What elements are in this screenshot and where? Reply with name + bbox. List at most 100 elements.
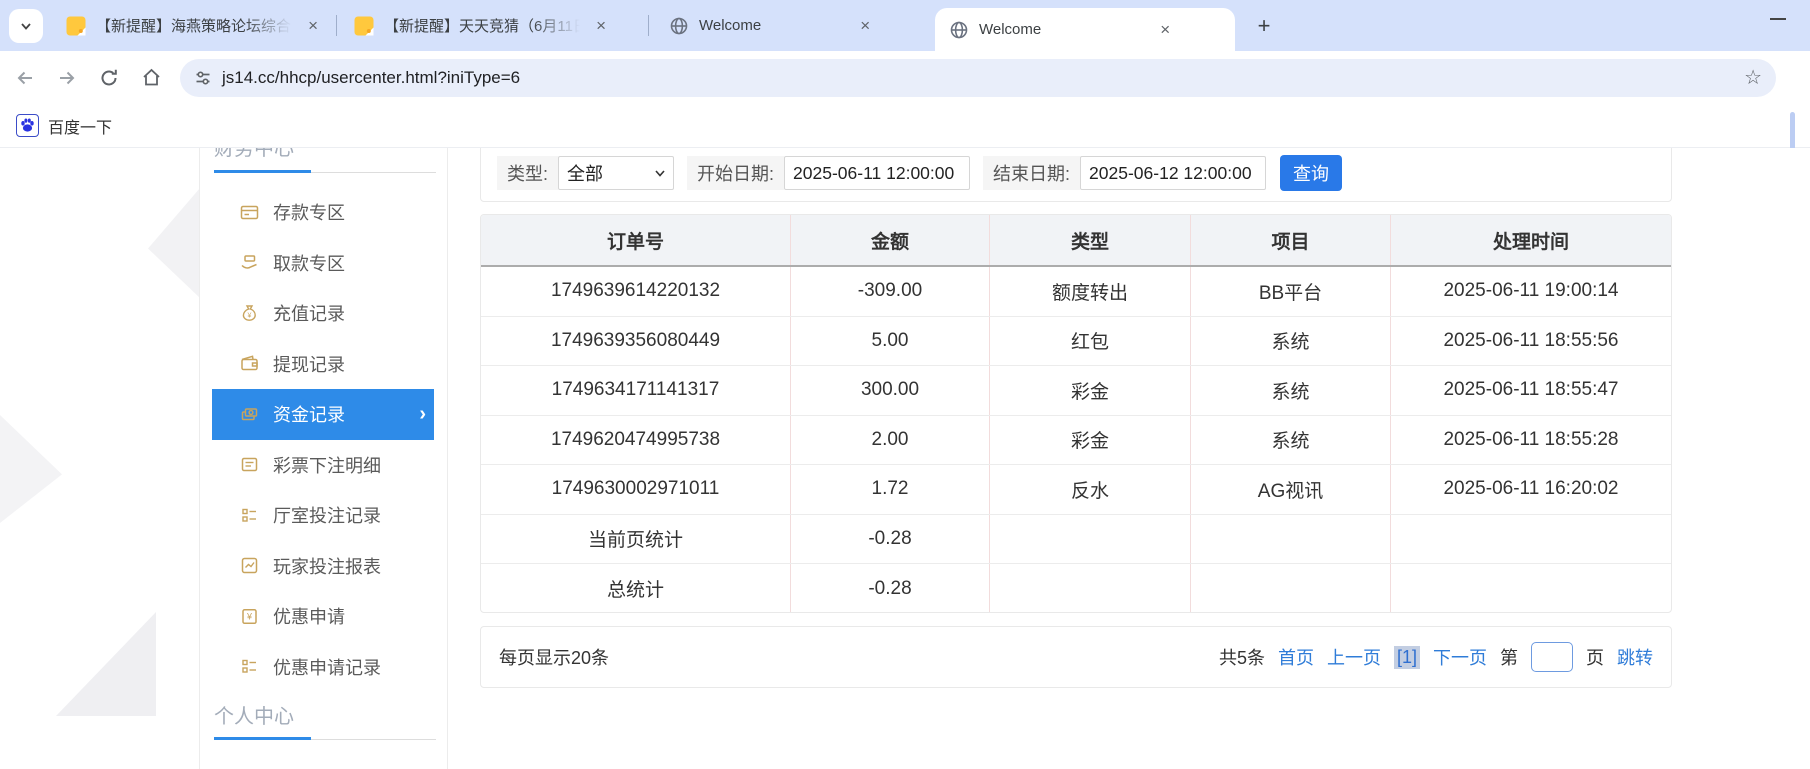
tab-search-button[interactable] [9,9,43,43]
end-date-input[interactable] [1080,156,1266,190]
deposit-card-icon [240,203,259,222]
table-cell: 红包 [990,317,1191,366]
sidebar-item-promo-apply[interactable]: ¥ 优惠申请 [200,591,449,642]
new-tab-button[interactable]: + [1250,12,1278,40]
table-cell: 2025-06-11 18:55:56 [1391,317,1671,366]
bookmark-star-icon[interactable]: ☆ [1744,65,1762,90]
start-date-input[interactable] [784,156,970,190]
close-icon[interactable]: × [1156,19,1174,40]
sidebar-section-finance: 财务中心 [214,148,294,161]
reload-button[interactable] [92,61,126,95]
query-button[interactable]: 查询 [1280,155,1342,191]
bookmarks-bar: 百度一下 [0,104,1810,148]
forum-favicon-icon [66,16,86,36]
site-info-icon[interactable] [194,69,212,87]
table-cell [1391,564,1671,613]
type-select[interactable]: 全部 [558,156,674,190]
sidebar-item-deposit-zone[interactable]: 存款专区 [200,187,449,238]
table-cell [990,564,1191,613]
browser-toolbar: js14.cc/hhcp/usercenter.html?iniType=6 ☆ [0,51,1810,104]
bookmark-baidu[interactable]: 百度一下 [48,114,112,138]
table-cell: 2.00 [791,416,990,465]
table-row: 1749639614220132 -309.00 额度转出 BB平台 2025-… [481,267,1671,317]
new-tab-icon: + [1258,13,1271,39]
table-cell: 1749634171141317 [481,366,791,415]
table-header-cell: 类型 [990,215,1191,265]
first-page-link[interactable]: 首页 [1278,644,1314,670]
forward-button[interactable] [50,61,84,95]
sidebar-item-promo-apply-records[interactable]: 优惠申请记录 [200,642,449,693]
forward-icon [57,68,77,88]
table-row: 1749639356080449 5.00 红包 系统 2025-06-11 1… [481,317,1671,367]
list-squares-icon [240,506,259,525]
recharge-bag-icon: ¥ [240,304,259,323]
table-cell: 5.00 [791,317,990,366]
table-cell: 额度转出 [990,267,1191,316]
next-page-link[interactable]: 下一页 [1433,644,1487,670]
decorative-triangle [0,415,62,523]
browser-window: 【新提醒】海燕策略论坛综合交 × 【新提醒】天天竞猜（6月11日 × Welco… [0,0,1810,769]
filter-panel: 类型: 全部 开始日期: 结束日期: 查询 [480,148,1672,202]
table-row: 1749634171141317 300.00 彩金 系统 2025-06-11… [481,366,1671,416]
tab-welcome-2-active[interactable]: Welcome × [935,8,1235,51]
minimize-button[interactable] [1770,18,1786,20]
total-count-text: 共5条 [1219,644,1265,670]
document-lines-icon [240,455,259,474]
sidebar-item-player-bet-report[interactable]: 玩家投注报表 [200,541,449,592]
tab-title: 【新提醒】天天竞猜（6月11日 [384,15,580,36]
tab-separator [336,15,337,36]
pagination-controls: 共5条 首页 上一页 [1] 下一页 第 页 跳转 [1206,642,1653,672]
table-cell: 2025-06-11 18:55:28 [1391,416,1671,465]
tab-forum-2[interactable]: 【新提醒】天天竞猜（6月11日 × [340,0,620,51]
url-text[interactable]: js14.cc/hhcp/usercenter.html?iniType=6 [222,68,1744,88]
chevron-down-icon [19,19,33,33]
wallet-icon [240,354,259,373]
sidebar-item-lottery-bet-details[interactable]: 彩票下注明细 [200,440,449,491]
sidebar-section-personal: 个人中心 [214,700,294,729]
jump-button[interactable]: 跳转 [1617,644,1653,670]
close-icon[interactable]: × [592,15,610,36]
sidebar-item-label: 优惠申请 [273,603,345,629]
table-cell [1191,564,1391,613]
sidebar-item-label: 充值记录 [273,300,345,326]
tab-forum-1[interactable]: 【新提醒】海燕策略论坛综合交 × [52,0,332,51]
table-row: 1749620474995738 2.00 彩金 系统 2025-06-11 1… [481,416,1671,466]
globe-favicon-icon [669,16,689,36]
list-squares-icon [240,657,259,676]
back-button[interactable] [8,61,42,95]
table-header-cell: 项目 [1191,215,1391,265]
sidebar-item-withdrawal-records[interactable]: 提现记录 [200,339,449,390]
svg-text:¥: ¥ [247,312,251,319]
table-cell: 系统 [1191,317,1391,366]
table-cell: 当前页统计 [481,515,791,564]
close-icon[interactable]: × [304,15,322,36]
sidebar-item-funds-records[interactable]: 资金记录 › [212,389,434,440]
table-row: 1749630002971011 1.72 反水 AG视讯 2025-06-11… [481,465,1671,515]
prev-page-link[interactable]: 上一页 [1327,644,1381,670]
tab-welcome-1[interactable]: Welcome × [655,0,927,51]
sidebar-item-recharge-records[interactable]: ¥ 充值记录 [200,288,449,339]
tab-title: Welcome [699,17,761,34]
decorative-triangle [148,188,200,298]
end-date-label: 结束日期: [983,156,1080,190]
active-item-chevron-icon: › [419,403,426,426]
table-header-cell: 订单号 [481,215,791,265]
table-cell: -309.00 [791,267,990,316]
sidebar-item-withdraw-zone[interactable]: 取款专区 [200,238,449,289]
tab-title: Welcome [979,21,1041,38]
table-header-row: 订单号 金额 类型 项目 处理时间 [481,215,1671,267]
table-cell: 1749620474995738 [481,416,791,465]
jump-page-input[interactable] [1531,642,1573,672]
banknotes-icon [240,405,259,424]
table-cell: 总统计 [481,564,791,613]
table-cell: -0.28 [791,564,990,613]
address-bar[interactable]: js14.cc/hhcp/usercenter.html?iniType=6 ☆ [180,59,1776,97]
home-button[interactable] [134,61,168,95]
sidebar-item-hall-bet-records[interactable]: 厅室投注记录 [200,490,449,541]
current-page-indicator[interactable]: [1] [1394,646,1420,669]
sidebar-menu: 存款专区 取款专区 ¥ 充值记录 提现记录 资金记录 › [200,180,449,692]
type-select-value: 全部 [567,160,603,186]
forum-favicon-icon [354,16,374,36]
tab-separator [648,15,649,36]
close-icon[interactable]: × [856,15,874,36]
